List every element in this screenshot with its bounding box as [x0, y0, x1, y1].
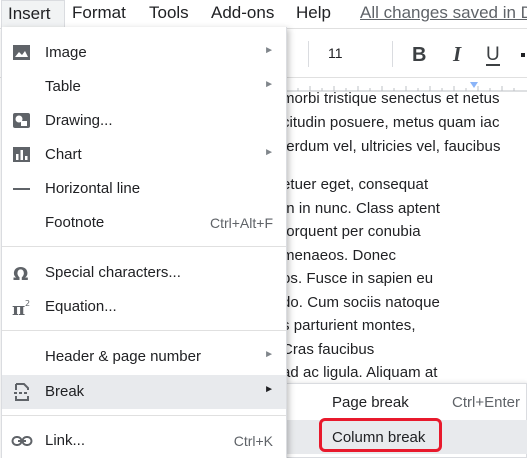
menu-item-special-characters[interactable]: Ω Special characters...	[2, 256, 286, 290]
doc-line: do. Cum sociis natoque	[282, 294, 440, 311]
doc-line: In in nunc. Class aptent	[282, 200, 440, 217]
menu-item-label: Special characters...	[45, 264, 181, 281]
menu-item-label: Footnote	[45, 214, 105, 231]
doc-line: torquent per conubia	[282, 223, 421, 240]
menu-item-label: Drawing...	[45, 112, 113, 129]
horizontal-line-icon	[11, 179, 33, 199]
menu-item-header-page-number[interactable]: Header & page number ►	[2, 340, 286, 374]
break-submenu: Page break Ctrl+Enter Column break	[286, 383, 527, 458]
menu-item-table[interactable]: Table ►	[2, 70, 286, 104]
svg-text:B: B	[412, 44, 426, 66]
toolbar-divider	[308, 41, 309, 67]
bold-button[interactable]: B	[406, 39, 434, 69]
menu-item-label: Equation...	[45, 298, 117, 315]
menu-item-horizontal-line[interactable]: Horizontal line	[2, 172, 286, 206]
link-icon	[11, 431, 33, 451]
menu-item-label: Chart	[45, 146, 82, 163]
italic-icon: I	[452, 42, 462, 66]
menu-divider	[2, 246, 286, 247]
svg-text:Ω: Ω	[13, 264, 28, 283]
menu-divider	[2, 415, 286, 416]
menu-format[interactable]: Format	[66, 0, 132, 27]
chart-icon	[11, 145, 33, 165]
submenu-item-column-break[interactable]: Column break	[287, 420, 527, 454]
indent-marker-icon	[470, 82, 478, 88]
doc-line: terdum vel, ultricies vel, faucibus	[282, 138, 501, 155]
insert-menu: Image ► Table ► Drawing... Chart ► Horiz…	[1, 27, 287, 458]
shortcut-text: Ctrl+Alt+F	[209, 215, 273, 231]
doc-line: citudin posuere, metus quam iac	[282, 114, 500, 131]
menu-bar: Insert Format Tools Add-ons Help All cha…	[0, 0, 527, 27]
menu-item-equation[interactable]: π2 Equation...	[2, 290, 286, 324]
submenu-arrow-icon: ►	[264, 384, 274, 395]
submenu-arrow-icon: ►	[264, 79, 274, 90]
menu-help[interactable]: Help	[290, 0, 337, 27]
image-icon	[11, 43, 33, 63]
menu-insert[interactable]: Insert	[1, 0, 65, 27]
menu-item-link[interactable]: Link... Ctrl+K	[2, 424, 286, 458]
drawing-icon	[11, 111, 33, 131]
omega-icon: Ω	[11, 263, 33, 285]
doc-line: s parturient montes,	[282, 317, 416, 334]
shortcut-text: Ctrl+K	[233, 433, 273, 449]
svg-text:I: I	[452, 42, 462, 66]
menu-item-label: Header & page number	[45, 348, 201, 365]
submenu-arrow-icon: ►	[264, 45, 274, 56]
menu-item-label: Image	[45, 44, 87, 61]
doc-line: os. Fusce in sapien eu	[282, 270, 434, 287]
submenu-arrow-icon: ►	[264, 147, 274, 158]
menu-item-break[interactable]: Break ►	[2, 375, 286, 409]
submenu-arrow-icon: ►	[264, 349, 274, 360]
pi-icon: π2	[11, 297, 33, 320]
italic-button[interactable]: I	[445, 39, 473, 69]
break-icon	[11, 382, 33, 402]
menu-tools[interactable]: Tools	[143, 0, 195, 27]
menu-item-label: Link...	[45, 432, 86, 449]
toolbar-divider	[392, 41, 393, 67]
doc-line: Cras faucibus	[282, 341, 375, 358]
submenu-item-label: Column break	[332, 429, 426, 446]
toolbar-overflow-marker[interactable]	[517, 41, 527, 71]
menu-item-chart[interactable]: Chart ►	[2, 138, 286, 172]
doc-line: etuer eget, consequat	[282, 176, 429, 193]
svg-text:π: π	[12, 299, 25, 317]
menu-divider	[2, 330, 286, 331]
underline-icon: U	[486, 44, 500, 66]
menu-item-label: Horizontal line	[45, 180, 141, 197]
bold-icon: B	[412, 44, 426, 66]
menu-item-drawing[interactable]: Drawing...	[2, 104, 286, 138]
menu-item-footnote[interactable]: Footnote Ctrl+Alt+F	[2, 206, 286, 240]
submenu-item-page-break[interactable]: Page break Ctrl+Enter	[287, 385, 527, 419]
doc-line: ad ac ligula. Aliquam at	[282, 364, 438, 381]
save-status-link[interactable]: All changes saved in Drive	[354, 0, 527, 27]
shortcut-text: Ctrl+Enter	[452, 394, 520, 411]
doc-line: menaeos. Donec	[282, 247, 397, 264]
submenu-item-label: Page break	[332, 394, 409, 411]
svg-text:2: 2	[25, 299, 30, 308]
doc-line: morbi tristique senectus et netus	[282, 90, 500, 107]
ruler[interactable]	[280, 79, 527, 92]
docs-screen: morbi tristique senectus et netus citudi…	[0, 0, 527, 458]
menu-item-image[interactable]: Image ►	[2, 36, 286, 70]
svg-text:U: U	[486, 44, 500, 65]
menu-addons[interactable]: Add-ons	[205, 0, 280, 27]
menu-item-label: Break	[45, 383, 85, 400]
font-size-field[interactable]: 11	[328, 45, 343, 61]
underline-button[interactable]: U	[480, 39, 508, 69]
menu-item-label: Table	[45, 78, 81, 95]
